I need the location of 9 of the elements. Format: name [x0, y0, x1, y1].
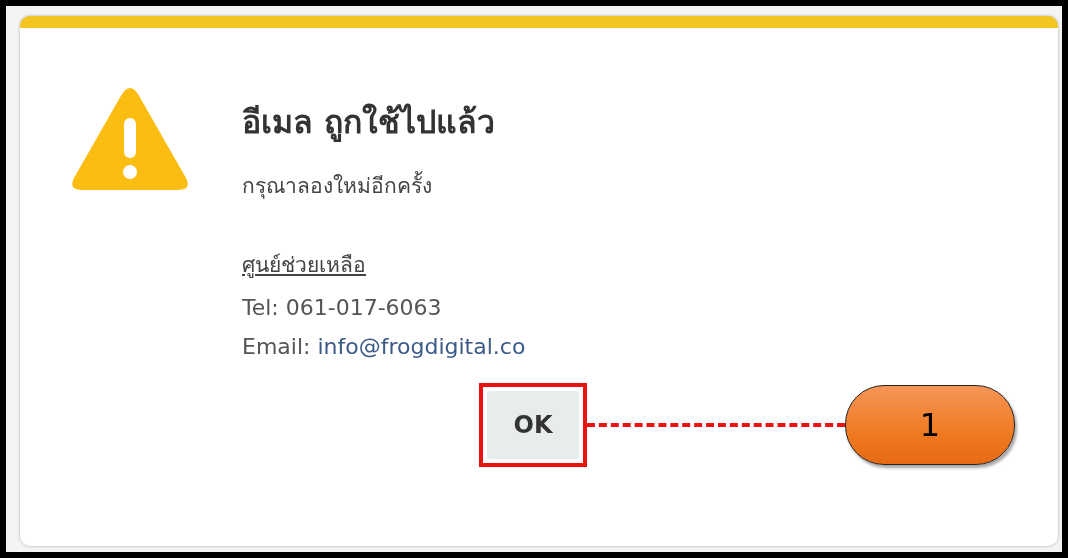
- email-line: Email: info@frogdigital.co: [242, 334, 527, 359]
- dialog-message: กรุณาลองใหม่อีกครั้ง: [242, 169, 1015, 202]
- callout-label: 1: [845, 385, 1015, 465]
- phone-line: Tel: 061-017-6063: [242, 295, 443, 320]
- dialog-title: อีเมล ถูกใช้ไปแล้ว: [242, 102, 497, 144]
- warning-icon: [70, 86, 190, 192]
- help-heading: ศูนย์ช่วยเหลือ: [242, 252, 367, 280]
- email-link[interactable]: info@frogdigital.co: [317, 334, 526, 359]
- ok-button[interactable]: OK: [487, 391, 579, 459]
